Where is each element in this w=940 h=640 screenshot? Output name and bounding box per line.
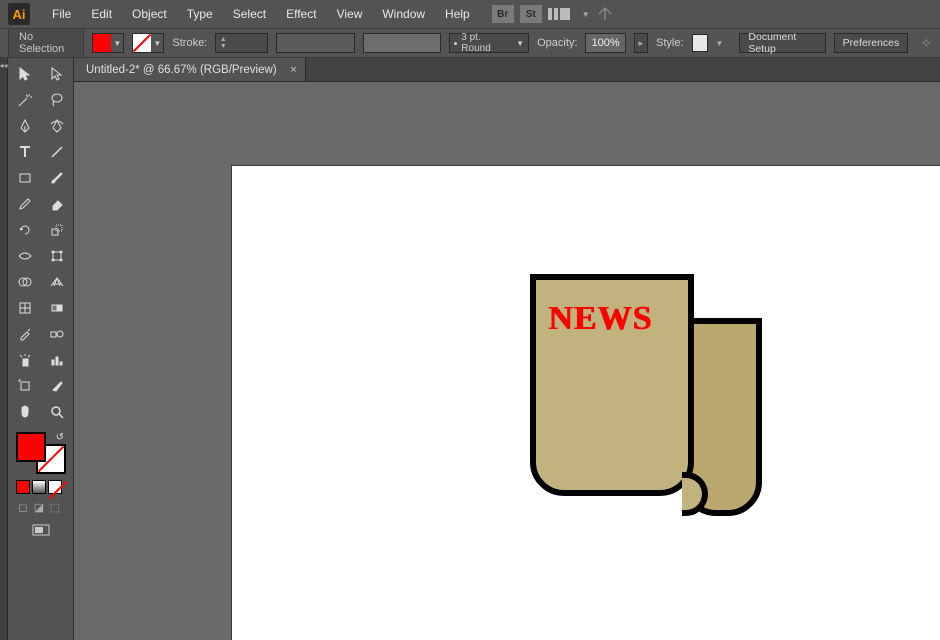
width-tool-icon[interactable]: [10, 244, 40, 268]
artboard-tool-icon[interactable]: [10, 374, 40, 398]
line-segment-tool-icon[interactable]: [42, 140, 72, 164]
scale-tool-icon[interactable]: [42, 218, 72, 242]
draw-inside-icon[interactable]: ⬚: [48, 500, 62, 514]
menu-select[interactable]: Select: [223, 3, 276, 25]
mesh-tool-icon[interactable]: [10, 296, 40, 320]
hand-tool-icon[interactable]: [10, 400, 40, 424]
eyedropper-tool-icon[interactable]: [10, 322, 40, 346]
none-mode-swatch[interactable]: [48, 480, 62, 494]
pencil-tool-icon[interactable]: [10, 192, 40, 216]
document-area: Untitled-2* @ 66.67% (RGB/Preview) × NEW…: [74, 58, 940, 640]
direct-selection-tool-icon[interactable]: [42, 62, 72, 86]
magic-wand-tool-icon[interactable]: [10, 88, 40, 112]
menu-help[interactable]: Help: [435, 3, 480, 25]
style-dropdown-icon[interactable]: ▼: [716, 39, 724, 48]
close-tab-icon[interactable]: ×: [290, 64, 296, 76]
type-tool-icon[interactable]: [10, 140, 40, 164]
menu-object[interactable]: Object: [122, 3, 177, 25]
arrange-documents-icon[interactable]: [548, 6, 576, 22]
stroke-weight-input[interactable]: ▲▼: [215, 33, 268, 53]
brush-definition-empty[interactable]: [363, 33, 442, 53]
variable-width-profile[interactable]: [276, 33, 355, 53]
blend-tool-icon[interactable]: [42, 322, 72, 346]
gradient-mode-swatch[interactable]: [32, 480, 46, 494]
document-tab-bar: Untitled-2* @ 66.67% (RGB/Preview) ×: [74, 58, 940, 82]
rotate-tool-icon[interactable]: [10, 218, 40, 242]
slice-tool-icon[interactable]: [42, 374, 72, 398]
draw-behind-icon[interactable]: ◪: [32, 500, 46, 514]
document-tab[interactable]: Untitled-2* @ 66.67% (RGB/Preview) ×: [74, 58, 306, 81]
opacity-input[interactable]: 100%: [585, 33, 625, 53]
rectangle-tool-icon[interactable]: [10, 166, 40, 190]
pen-tool-icon[interactable]: [10, 114, 40, 138]
stock-icon[interactable]: St: [520, 5, 542, 23]
graphic-style-swatch[interactable]: [692, 34, 708, 52]
stroke-color-swatch[interactable]: ▼: [132, 33, 164, 53]
tab-title: Untitled-2* @ 66.67% (RGB/Preview): [86, 64, 277, 76]
swap-fill-stroke-icon[interactable]: ↺: [56, 432, 64, 443]
eraser-tool-icon[interactable]: [42, 192, 72, 216]
news-text: NEWS: [548, 300, 652, 338]
column-graph-tool-icon[interactable]: [42, 348, 72, 372]
style-label: Style:: [656, 37, 684, 49]
control-bar: No Selection ▼ ▼ Stroke: ▲▼ 3 pt. Round▼…: [0, 28, 940, 58]
paintbrush-tool-icon[interactable]: [42, 166, 72, 190]
app-logo-icon: Ai: [8, 3, 30, 25]
canvas[interactable]: NEWS: [74, 82, 940, 640]
symbol-sprayer-tool-icon[interactable]: [10, 348, 40, 372]
toolbox: ↺ ◻ ◪ ⬚: [8, 58, 74, 640]
artboard: NEWS: [232, 166, 940, 640]
fill-stroke-indicator[interactable]: ↺: [16, 432, 66, 474]
stroke-label: Stroke:: [172, 37, 207, 49]
selection-tool-icon[interactable]: [10, 62, 40, 86]
search-stock-icon[interactable]: [596, 6, 614, 22]
color-mode-swatch[interactable]: [16, 480, 30, 494]
screen-mode-icon[interactable]: [32, 524, 71, 543]
bridge-icon[interactable]: Br: [492, 5, 514, 23]
opacity-label: Opacity:: [537, 37, 577, 49]
brush-definition[interactable]: 3 pt. Round▼: [449, 33, 529, 53]
menu-bar: Ai File Edit Object Type Select Effect V…: [0, 0, 940, 28]
zoom-tool-icon[interactable]: [42, 400, 72, 424]
perspective-grid-tool-icon[interactable]: [42, 270, 72, 294]
menu-effect[interactable]: Effect: [276, 3, 326, 25]
panel-dock-collapse[interactable]: ◂◂: [0, 58, 8, 640]
fill-color-swatch[interactable]: ▼: [92, 33, 124, 53]
menu-edit[interactable]: Edit: [81, 3, 122, 25]
gradient-tool-icon[interactable]: [42, 296, 72, 320]
pin-control-icon[interactable]: ✧: [920, 35, 932, 52]
document-setup-button[interactable]: Document Setup: [739, 33, 825, 53]
menu-view[interactable]: View: [327, 3, 373, 25]
menu-window[interactable]: Window: [372, 3, 435, 25]
draw-normal-icon[interactable]: ◻: [16, 500, 30, 514]
fill-box-icon[interactable]: [16, 432, 46, 462]
preferences-button[interactable]: Preferences: [834, 33, 909, 53]
curvature-tool-icon[interactable]: [42, 114, 72, 138]
workspace-dropdown-icon[interactable]: ▼: [582, 10, 590, 19]
free-transform-tool-icon[interactable]: [42, 244, 72, 268]
menu-file[interactable]: File: [42, 3, 81, 25]
menu-type[interactable]: Type: [177, 3, 223, 25]
opacity-dropdown-icon[interactable]: ▸: [634, 33, 648, 53]
selection-indicator: No Selection: [8, 28, 84, 58]
shape-builder-tool-icon[interactable]: [10, 270, 40, 294]
lasso-tool-icon[interactable]: [42, 88, 72, 112]
